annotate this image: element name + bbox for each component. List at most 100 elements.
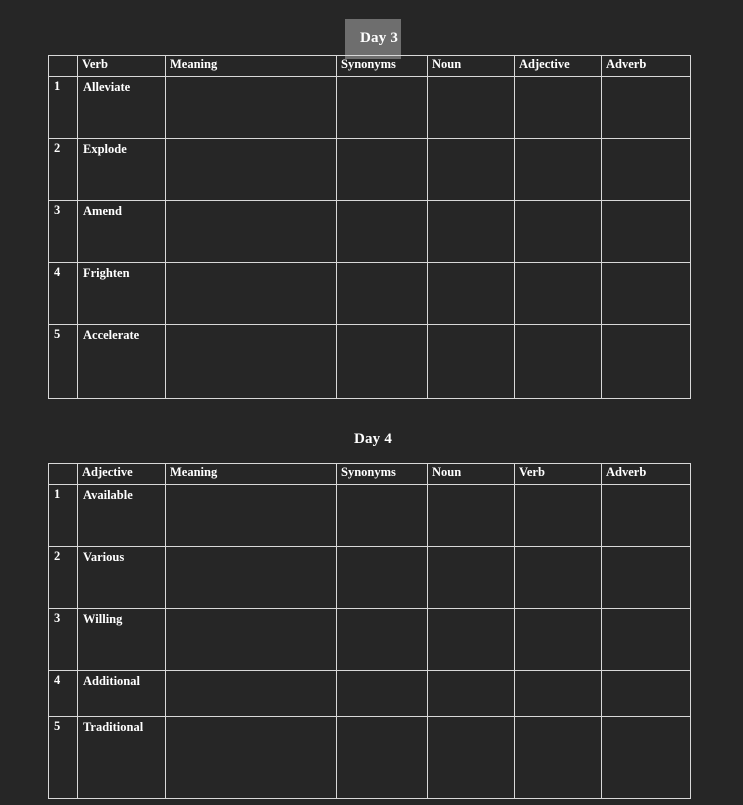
- row-index: 4: [48, 670, 78, 717]
- column-header-meaning: Meaning: [165, 463, 337, 485]
- cell-meaning[interactable]: [165, 138, 337, 201]
- table-header-row: Adjective Meaning Synonyms Noun Verb Adv…: [48, 463, 691, 485]
- column-header-verb: Verb: [514, 463, 602, 485]
- column-header-meaning: Meaning: [165, 55, 337, 77]
- table-header-row: Verb Meaning Synonyms Noun Adjective Adv…: [48, 55, 691, 77]
- column-header-synonyms: Synonyms: [336, 55, 428, 77]
- table-row: 3 Willing: [48, 608, 691, 671]
- cell-noun[interactable]: [427, 716, 515, 799]
- cell-synonyms[interactable]: [336, 716, 428, 799]
- cell-verb[interactable]: [514, 670, 602, 717]
- cell-meaning[interactable]: [165, 608, 337, 671]
- row-index: 4: [48, 262, 78, 325]
- row-index: 2: [48, 546, 78, 609]
- cell-noun[interactable]: [427, 670, 515, 717]
- cell-adverb[interactable]: [601, 716, 691, 799]
- cell-synonyms[interactable]: [336, 324, 428, 399]
- cell-synonyms[interactable]: [336, 262, 428, 325]
- cell-adverb[interactable]: [601, 76, 691, 139]
- table-row: 2 Explode: [48, 138, 691, 201]
- column-header-verb: Verb: [77, 55, 166, 77]
- cell-synonyms[interactable]: [336, 76, 428, 139]
- cell-adverb[interactable]: [601, 324, 691, 399]
- cell-meaning[interactable]: [165, 546, 337, 609]
- worksheet-page: Day 3 Verb Meaning Synonyms Noun Adjecti…: [0, 0, 743, 805]
- column-header-index: [48, 55, 78, 77]
- cell-noun[interactable]: [427, 546, 515, 609]
- cell-adverb[interactable]: [601, 262, 691, 325]
- table-row: 3 Amend: [48, 200, 691, 263]
- row-word: Alleviate: [77, 76, 166, 139]
- section-title-day4: Day 4: [353, 431, 393, 447]
- cell-meaning[interactable]: [165, 716, 337, 799]
- cell-adjective[interactable]: [514, 200, 602, 263]
- row-word: Various: [77, 546, 166, 609]
- row-index: 2: [48, 138, 78, 201]
- row-word: Accelerate: [77, 324, 166, 399]
- cell-meaning[interactable]: [165, 262, 337, 325]
- row-index: 1: [48, 76, 78, 139]
- row-word: Available: [77, 484, 166, 547]
- table-row: 4 Additional: [48, 670, 691, 717]
- cell-adverb[interactable]: [601, 138, 691, 201]
- cell-noun[interactable]: [427, 324, 515, 399]
- cell-adverb[interactable]: [601, 608, 691, 671]
- row-index: 5: [48, 324, 78, 399]
- cell-adverb[interactable]: [601, 484, 691, 547]
- cell-verb[interactable]: [514, 716, 602, 799]
- cell-meaning[interactable]: [165, 670, 337, 717]
- table-row: 2 Various: [48, 546, 691, 609]
- column-header-adverb: Adverb: [601, 55, 691, 77]
- row-word: Willing: [77, 608, 166, 671]
- column-header-adverb: Adverb: [601, 463, 691, 485]
- vocabulary-table-day3: Verb Meaning Synonyms Noun Adjective Adv…: [48, 55, 691, 399]
- cell-adjective[interactable]: [514, 324, 602, 399]
- cell-synonyms[interactable]: [336, 484, 428, 547]
- vocabulary-table-day4: Adjective Meaning Synonyms Noun Verb Adv…: [48, 463, 691, 799]
- cell-synonyms[interactable]: [336, 138, 428, 201]
- cell-meaning[interactable]: [165, 324, 337, 399]
- table-row: 1 Available: [48, 484, 691, 547]
- section-title-day3: Day 3: [346, 20, 400, 58]
- column-header-adjective: Adjective: [514, 55, 602, 77]
- row-word: Traditional: [77, 716, 166, 799]
- row-index: 5: [48, 716, 78, 799]
- cell-adverb[interactable]: [601, 200, 691, 263]
- cell-noun[interactable]: [427, 76, 515, 139]
- cell-adverb[interactable]: [601, 546, 691, 609]
- column-header-adjective: Adjective: [77, 463, 166, 485]
- cell-synonyms[interactable]: [336, 200, 428, 263]
- row-index: 3: [48, 200, 78, 263]
- cell-meaning[interactable]: [165, 200, 337, 263]
- cell-adverb[interactable]: [601, 670, 691, 717]
- table-row: 4 Frighten: [48, 262, 691, 325]
- cell-noun[interactable]: [427, 608, 515, 671]
- row-word: Frighten: [77, 262, 166, 325]
- table-row: 1 Alleviate: [48, 76, 691, 139]
- column-header-noun: Noun: [427, 463, 515, 485]
- column-header-index: [48, 463, 78, 485]
- cell-meaning[interactable]: [165, 76, 337, 139]
- cell-meaning[interactable]: [165, 484, 337, 547]
- cell-adjective[interactable]: [514, 262, 602, 325]
- cell-noun[interactable]: [427, 138, 515, 201]
- cell-synonyms[interactable]: [336, 670, 428, 717]
- table-row: 5 Traditional: [48, 716, 691, 799]
- cell-verb[interactable]: [514, 608, 602, 671]
- cell-adjective[interactable]: [514, 138, 602, 201]
- cell-noun[interactable]: [427, 200, 515, 263]
- row-word: Amend: [77, 200, 166, 263]
- cell-adjective[interactable]: [514, 76, 602, 139]
- row-word: Additional: [77, 670, 166, 717]
- cell-noun[interactable]: [427, 262, 515, 325]
- table-row: 5 Accelerate: [48, 324, 691, 399]
- row-word: Explode: [77, 138, 166, 201]
- row-index: 3: [48, 608, 78, 671]
- cell-noun[interactable]: [427, 484, 515, 547]
- cell-synonyms[interactable]: [336, 608, 428, 671]
- column-header-synonyms: Synonyms: [336, 463, 428, 485]
- cell-synonyms[interactable]: [336, 546, 428, 609]
- cell-verb[interactable]: [514, 484, 602, 547]
- column-header-noun: Noun: [427, 55, 515, 77]
- cell-verb[interactable]: [514, 546, 602, 609]
